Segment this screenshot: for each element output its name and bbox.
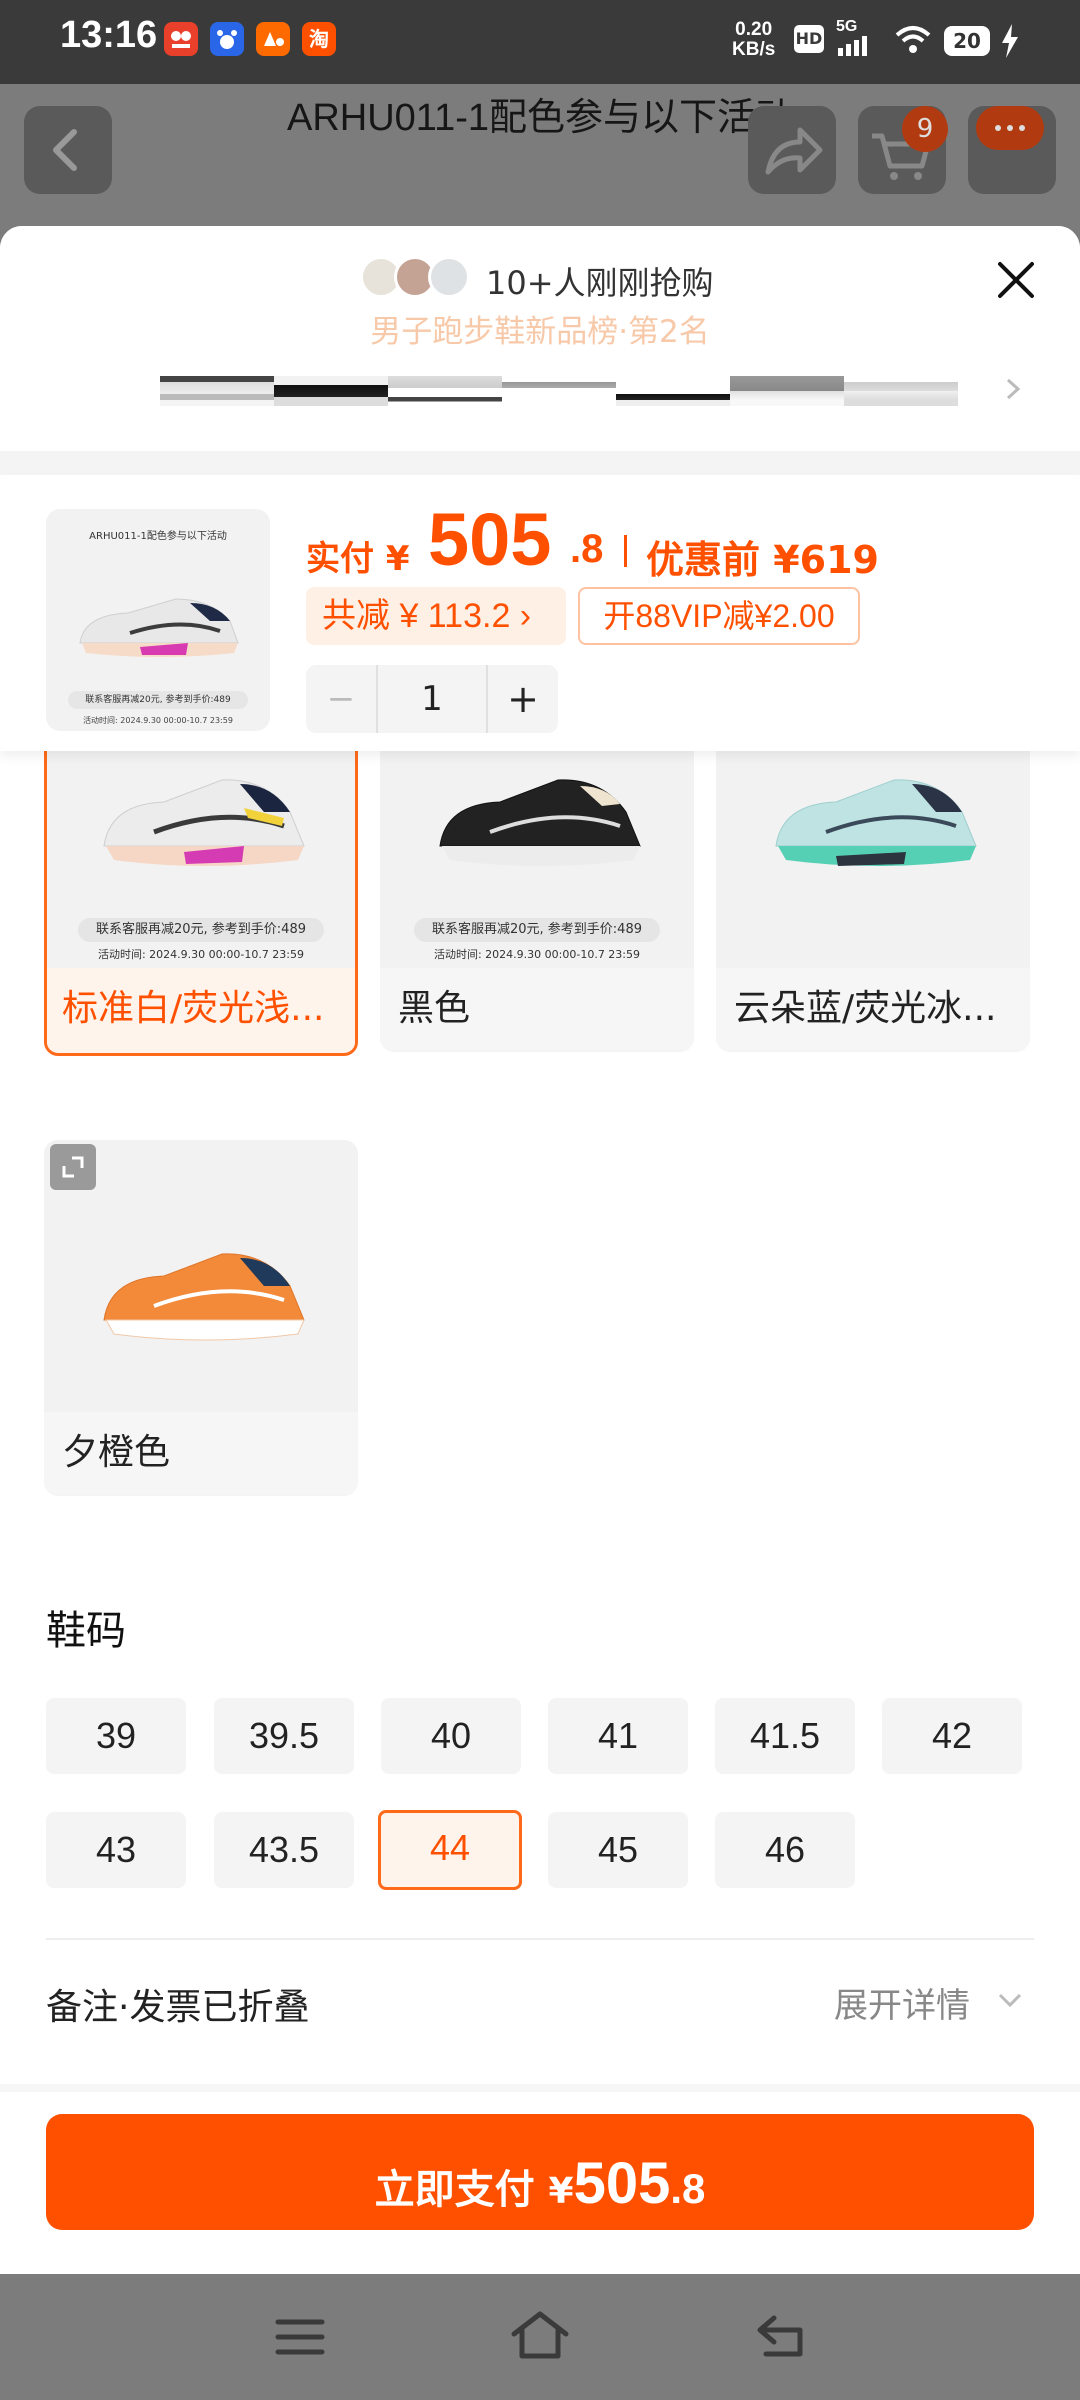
hd-icon: HD <box>794 25 824 53</box>
divider <box>46 1938 1034 1940</box>
quantity-stepper: − 1 + <box>306 665 558 733</box>
size-option[interactable]: 42 <box>882 1698 1022 1774</box>
color-option-label: 云朵蓝/荧光冰... <box>716 968 1030 1050</box>
speed-unit: KB/s <box>732 39 776 60</box>
pay-button-text: 立即支付 ¥505.8 <box>374 2151 706 2216</box>
expand-details-link[interactable]: 展开详情 <box>834 1978 970 2027</box>
price-separator <box>624 535 627 567</box>
charging-icon <box>1000 24 1020 58</box>
status-time: 13:16 <box>60 14 158 56</box>
taobao-icon: 淘 <box>302 22 336 56</box>
chevron-right-icon[interactable] <box>998 372 1028 406</box>
zoom-icon[interactable] <box>50 1144 96 1190</box>
size-option[interactable]: 46 <box>715 1812 855 1888</box>
shoe-image <box>103 1253 305 1341</box>
thumb-caption: ARHU011-1配色参与以下活动 <box>89 531 227 542</box>
battery-icon: 20 <box>944 26 990 56</box>
color-option-promo: 联系客服再减20元, 参考到手价:489 <box>78 918 324 942</box>
app-c-icon <box>256 22 290 56</box>
discount-detail-button[interactable]: 共减 ¥ 113.2 › <box>306 587 566 645</box>
price-summary: ARHU011-1配色参与以下活动 联系客服再减20元, 参考到手价:489 活… <box>0 475 1080 751</box>
color-strip <box>844 376 958 406</box>
thumb-date: 活动时间: 2024.9.30 00:00-10.7 23:59 <box>83 716 233 725</box>
thumb-promo: 联系客服再减20元, 参考到手价:489 <box>68 691 248 709</box>
pay-now-button[interactable]: 立即支付 ¥505.8 <box>46 2114 1034 2230</box>
network-label: 5G <box>836 18 858 35</box>
buyers-text: 10+人刚刚抢购 <box>486 264 714 302</box>
price-integer: 505 <box>428 498 552 581</box>
pay-currency: ¥ <box>548 2171 574 2212</box>
color-strip <box>388 376 502 406</box>
size-option[interactable]: 40 <box>381 1698 521 1774</box>
signal-5g-icon: 5G <box>836 18 884 58</box>
quantity-decrease-button[interactable]: − <box>306 665 376 733</box>
buyer-avatar <box>428 256 470 298</box>
shoe-image <box>775 779 977 866</box>
close-button[interactable] <box>990 254 1042 306</box>
color-strip <box>616 376 730 406</box>
color-option-promo: 联系客服再减20元, 参考到手价:489 <box>414 918 660 942</box>
vip-discount-button[interactable]: 开88VIP减¥2.00 <box>578 587 860 645</box>
rank-section: 10+人刚刚抢购 男子跑步鞋新品榜·第2名 <box>0 226 1080 451</box>
home-icon[interactable] <box>508 2308 572 2364</box>
color-strip <box>160 376 274 406</box>
speed-value: 0.20 <box>735 19 773 40</box>
menu-icon[interactable] <box>270 2314 330 2360</box>
color-option-label: 标准白/荧光浅... <box>47 968 355 1050</box>
color-option-label: 黑色 <box>380 968 694 1050</box>
baidu-icon <box>210 22 244 56</box>
rank-badge[interactable]: 男子跑步鞋新品榜·第2名 <box>0 306 1080 351</box>
back-button[interactable] <box>24 106 112 194</box>
section-gap <box>0 451 1080 475</box>
note-invoice-label: 备注·发票已折叠 <box>46 1987 310 2028</box>
sku-sheet: 10+人刚刚抢购 男子跑步鞋新品榜·第2名 ARHU011-1配色参与以下活动 <box>0 226 1080 2274</box>
price-decimal: .8 <box>570 527 604 571</box>
product-header: ARHU011-1配色参与以下活动 9 <box>0 84 1080 234</box>
shoe-image <box>103 779 305 866</box>
more-button[interactable] <box>968 106 1056 194</box>
size-option[interactable]: 43.5 <box>214 1812 354 1888</box>
size-option-selected[interactable]: 44 <box>378 1810 522 1890</box>
shoe-image <box>79 598 239 657</box>
size-option[interactable]: 39.5 <box>214 1698 354 1774</box>
size-section-title: 鞋码 <box>46 1608 126 1654</box>
section-gap <box>0 2084 1080 2092</box>
app-a-icon <box>164 22 198 56</box>
color-option-label: 夕橙色 <box>44 1412 358 1494</box>
color-option-date: 活动时间: 2024.9.30 00:00-10.7 23:59 <box>433 948 641 961</box>
size-option[interactable]: 39 <box>46 1698 186 1774</box>
color-option[interactable]: 夕橙色 <box>44 1140 358 1496</box>
size-option[interactable]: 41 <box>548 1698 688 1774</box>
system-nav-bar <box>0 2274 1080 2400</box>
cart-badge: 9 <box>902 106 948 152</box>
size-option[interactable]: 43 <box>46 1812 186 1888</box>
color-strip <box>274 376 388 406</box>
color-strip <box>502 376 616 406</box>
size-option[interactable]: 45 <box>548 1812 688 1888</box>
original-price: 优惠前 ¥619 <box>646 538 879 582</box>
pay-label: 立即支付 <box>374 2167 535 2213</box>
pay-amount-decimal: .8 <box>670 2165 706 2212</box>
status-bar: 13:16 淘 0.20 KB/s HD 5G 20 <box>0 0 1080 84</box>
quantity-increase-button[interactable]: + <box>488 665 558 733</box>
pay-amount-integer: 505 <box>573 2151 671 2216</box>
wifi-icon <box>894 24 932 56</box>
quantity-input[interactable]: 1 <box>376 665 488 733</box>
price-label: 实付 ¥ <box>306 539 410 579</box>
shoe-image <box>439 779 641 866</box>
share-button[interactable] <box>748 106 836 194</box>
network-speed: 0.20 KB/s <box>732 20 775 60</box>
chevron-down-icon[interactable] <box>996 1990 1024 2010</box>
back-nav-icon[interactable] <box>752 2310 812 2362</box>
color-strip <box>730 376 844 406</box>
color-option-date: 活动时间: 2024.9.30 00:00-10.7 23:59 <box>97 948 305 961</box>
size-option[interactable]: 41.5 <box>715 1698 855 1774</box>
color-option-image <box>44 1140 358 1412</box>
selected-product-thumbnail[interactable]: ARHU011-1配色参与以下活动 联系客服再减20元, 参考到手价:489 活… <box>46 509 270 731</box>
